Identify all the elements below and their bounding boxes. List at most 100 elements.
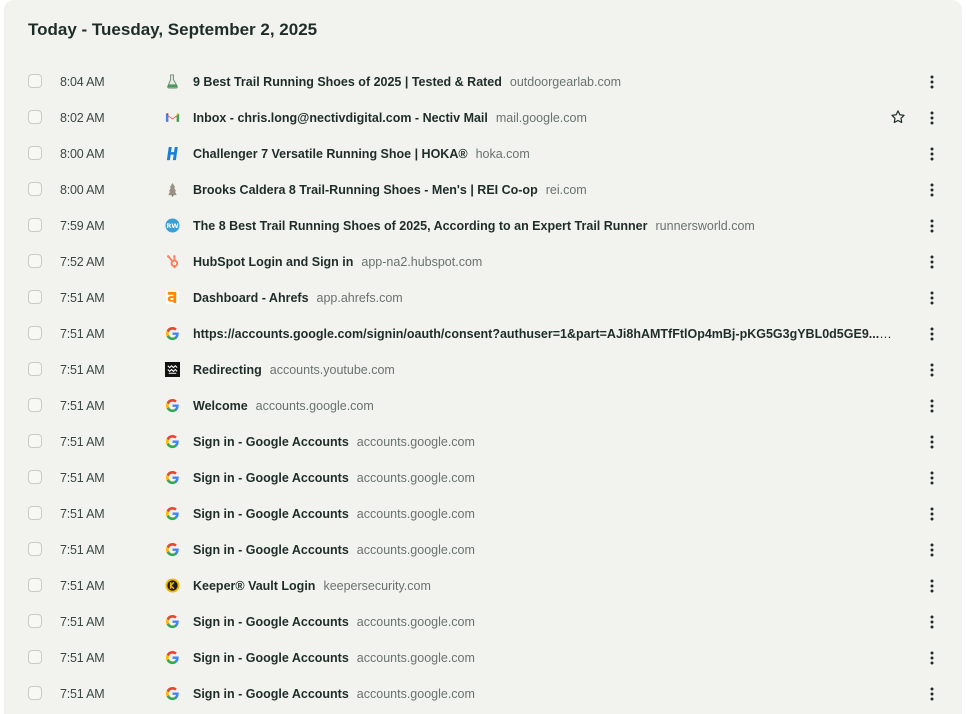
history-row[interactable]: 7:59 AM RW The 8 Best Trail Running Shoe… xyxy=(4,208,962,244)
row-link[interactable]: Sign in - Google Accounts accounts.google… xyxy=(193,650,905,666)
row-link[interactable]: Brooks Caldera 8 Trail-Running Shoes - M… xyxy=(193,182,905,198)
row-domain: rei.com xyxy=(545,183,587,197)
history-row[interactable]: 7:51 AM Sign in - Google Accounts account… xyxy=(4,424,962,460)
more-options-icon[interactable] xyxy=(924,217,940,235)
row-checkbox[interactable] xyxy=(28,218,42,232)
google-icon xyxy=(165,326,180,341)
row-domain: accounts.google.com xyxy=(356,435,475,449)
history-row[interactable]: 7:51 AM Keeper® Vault Login keepersecurit… xyxy=(4,568,962,604)
google-icon xyxy=(165,434,180,449)
history-row[interactable]: 7:52 AM HubSpot Login and Sign in app-na2… xyxy=(4,244,962,280)
row-checkbox[interactable] xyxy=(28,686,42,700)
more-options-icon[interactable] xyxy=(924,181,940,199)
row-checkbox[interactable] xyxy=(28,434,42,448)
row-checkbox[interactable] xyxy=(28,470,42,484)
history-row[interactable]: 7:51 AM Redirecting accounts.youtube.com xyxy=(4,352,962,388)
google-icon xyxy=(165,470,180,485)
row-checkbox[interactable] xyxy=(28,362,42,376)
row-checkbox[interactable] xyxy=(28,146,42,160)
row-title: Sign in - Google Accounts xyxy=(193,615,349,629)
row-time: 7:51 AM xyxy=(60,651,105,665)
row-link[interactable]: Welcome accounts.google.com xyxy=(193,398,905,414)
history-row[interactable]: 7:51 AM Sign in - Google Accounts account… xyxy=(4,496,962,532)
row-time: 7:51 AM xyxy=(60,399,105,413)
row-checkbox[interactable] xyxy=(28,542,42,556)
row-title: Redirecting xyxy=(193,363,262,377)
row-link[interactable]: HubSpot Login and Sign in app-na2.hubspot… xyxy=(193,254,905,270)
history-row[interactable]: 7:51 AM https://accounts.google.com/sign… xyxy=(4,316,962,352)
more-options-icon[interactable] xyxy=(924,361,940,379)
history-row[interactable]: 7:51 AM Sign in - Google Accounts account… xyxy=(4,604,962,640)
row-checkbox[interactable] xyxy=(28,74,42,88)
more-options-icon[interactable] xyxy=(924,109,940,127)
more-options-icon[interactable] xyxy=(924,469,940,487)
row-domain: accounts.google.com xyxy=(356,471,475,485)
row-link[interactable]: Sign in - Google Accounts accounts.google… xyxy=(193,506,905,522)
row-link[interactable]: Sign in - Google Accounts accounts.google… xyxy=(193,686,905,702)
row-time: 7:59 AM xyxy=(60,219,105,233)
row-link[interactable]: Dashboard - Ahrefs app.ahrefs.com xyxy=(193,290,905,306)
row-link[interactable]: Inbox - chris.long@nectivdigital.com - N… xyxy=(193,110,883,126)
row-checkbox[interactable] xyxy=(28,614,42,628)
row-title: Sign in - Google Accounts xyxy=(193,435,349,449)
google-icon xyxy=(165,542,180,557)
history-row[interactable]: 7:51 AM Sign in - Google Accounts account… xyxy=(4,532,962,568)
more-options-icon[interactable] xyxy=(924,541,940,559)
star-icon[interactable] xyxy=(890,109,908,127)
row-domain: accounts.google.com xyxy=(356,507,475,521)
row-link[interactable]: Redirecting accounts.youtube.com xyxy=(193,362,905,378)
row-link[interactable]: Sign in - Google Accounts accounts.google… xyxy=(193,470,905,486)
google-icon xyxy=(165,398,180,413)
history-row[interactable]: 7:51 AM Welcome accounts.google.com xyxy=(4,388,962,424)
row-domain: mail.google.com xyxy=(495,111,587,125)
row-title: Brooks Caldera 8 Trail-Running Shoes - M… xyxy=(193,183,538,197)
more-options-icon[interactable] xyxy=(924,253,940,271)
more-options-icon[interactable] xyxy=(924,577,940,595)
row-time: 7:52 AM xyxy=(60,255,105,269)
row-domain: accounts.google.com xyxy=(255,399,374,413)
history-row[interactable]: 7:51 AM Dashboard - Ahrefs app.ahrefs.com xyxy=(4,280,962,316)
row-checkbox[interactable] xyxy=(28,110,42,124)
row-link[interactable]: https://accounts.google.com/signin/oauth… xyxy=(193,326,905,342)
row-checkbox[interactable] xyxy=(28,506,42,520)
row-title: Dashboard - Ahrefs xyxy=(193,291,309,305)
row-link[interactable]: Keeper® Vault Login keepersecurity.com xyxy=(193,578,905,594)
row-link[interactable]: Challenger 7 Versatile Running Shoe | HO… xyxy=(193,146,905,162)
history-row[interactable]: 7:51 AM Sign in - Google Accounts account… xyxy=(4,460,962,496)
rei-icon xyxy=(165,182,180,197)
row-title: Keeper® Vault Login xyxy=(193,579,316,593)
history-row[interactable]: 8:00 AM Brooks Caldera 8 Trail-Running S… xyxy=(4,172,962,208)
more-options-icon[interactable] xyxy=(924,685,940,703)
more-options-icon[interactable] xyxy=(924,613,940,631)
row-checkbox[interactable] xyxy=(28,290,42,304)
row-checkbox[interactable] xyxy=(28,650,42,664)
row-checkbox[interactable] xyxy=(28,254,42,268)
history-row[interactable]: 7:51 AM Sign in - Google Accounts account… xyxy=(4,640,962,676)
row-link[interactable]: Sign in - Google Accounts accounts.google… xyxy=(193,614,905,630)
row-title: Sign in - Google Accounts xyxy=(193,651,349,665)
row-checkbox[interactable] xyxy=(28,398,42,412)
row-checkbox[interactable] xyxy=(28,326,42,340)
hubspot-icon xyxy=(165,254,180,269)
history-row[interactable]: 8:00 AM Challenger 7 Versatile Running S… xyxy=(4,136,962,172)
row-checkbox[interactable] xyxy=(28,578,42,592)
more-options-icon[interactable] xyxy=(924,397,940,415)
row-checkbox[interactable] xyxy=(28,182,42,196)
more-options-icon[interactable] xyxy=(924,289,940,307)
row-link[interactable]: Sign in - Google Accounts accounts.google… xyxy=(193,542,905,558)
more-options-icon[interactable] xyxy=(924,145,940,163)
more-options-icon[interactable] xyxy=(924,505,940,523)
history-row[interactable]: 7:51 AM Sign in - Google Accounts account… xyxy=(4,676,962,712)
more-options-icon[interactable] xyxy=(924,73,940,91)
google-icon xyxy=(165,614,180,629)
row-title: The 8 Best Trail Running Shoes of 2025, … xyxy=(193,219,648,233)
row-time: 7:51 AM xyxy=(60,507,105,521)
row-link[interactable]: 9 Best Trail Running Shoes of 2025 | Tes… xyxy=(193,74,905,90)
row-link[interactable]: Sign in - Google Accounts accounts.google… xyxy=(193,434,905,450)
history-row[interactable]: 8:02 AM Inbox - chris.long@nectivdigital… xyxy=(4,100,962,136)
more-options-icon[interactable] xyxy=(924,649,940,667)
more-options-icon[interactable] xyxy=(924,433,940,451)
more-options-icon[interactable] xyxy=(924,325,940,343)
history-row[interactable]: 8:04 AM 9 Best Trail Running Shoes of 20… xyxy=(4,64,962,100)
row-link[interactable]: The 8 Best Trail Running Shoes of 2025, … xyxy=(193,218,905,234)
